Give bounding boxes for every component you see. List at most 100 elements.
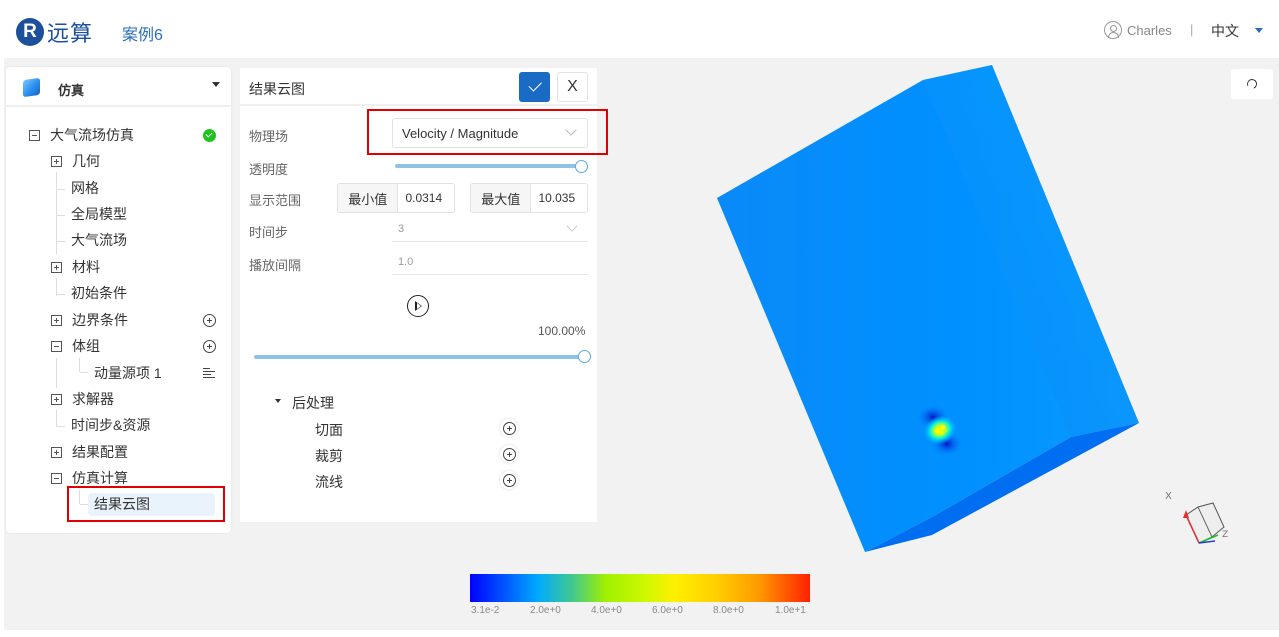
- panel-title: 仿真: [58, 83, 85, 98]
- min-value-input[interactable]: 0.0314: [398, 184, 454, 212]
- tree-item-result-config[interactable]: 结果配置: [51, 441, 128, 463]
- chevron-down-icon: [566, 220, 578, 232]
- legend-tick-label: 2.0e+0: [530, 605, 561, 616]
- tree-guide: [80, 372, 88, 373]
- field-label: 物理场: [249, 129, 289, 144]
- language-selector[interactable]: 中文: [1211, 21, 1239, 41]
- add-body-group-button[interactable]: [202, 339, 216, 353]
- tree-item-label: 材料: [72, 259, 100, 275]
- panel-header: 结果云图 X: [240, 68, 597, 106]
- tree-item-mesh[interactable]: 网格: [71, 177, 99, 199]
- opacity-slider[interactable]: [395, 164, 581, 168]
- expand-icon[interactable]: [51, 446, 62, 458]
- velocity-peak: [940, 424, 946, 430]
- axis-label-z: Z: [1222, 530, 1228, 540]
- panel-header[interactable]: 仿真: [6, 67, 231, 107]
- top-bar: R 远算 案例6 Charles | 中文: [0, 0, 1279, 58]
- tree-item-body-group[interactable]: 体组: [51, 335, 100, 357]
- tree-item-momentum-source[interactable]: 动量源项 1: [94, 362, 162, 384]
- app-logo[interactable]: R 远算: [16, 16, 93, 48]
- caret-down-icon[interactable]: [1255, 28, 1263, 33]
- plus-circle-icon: [502, 447, 516, 461]
- logo-text: 远算: [47, 21, 94, 46]
- tree-item-atmospheric-simulation[interactable]: 大气流场仿真: [29, 124, 134, 146]
- tree-item-flow-field[interactable]: 大气流场: [71, 229, 127, 251]
- collapse-icon[interactable]: [29, 129, 40, 141]
- user-icon: [1104, 21, 1122, 39]
- tree-item-timestep-resources[interactable]: 时间步&资源: [71, 414, 150, 436]
- play-icon[interactable]: [407, 295, 429, 317]
- velocity-peak: [934, 428, 940, 434]
- timestep-value: 3: [398, 222, 405, 235]
- legend-tick-label: 1.0e+1: [775, 605, 806, 616]
- add-clip-button[interactable]: [500, 445, 518, 463]
- item-menu-button[interactable]: [202, 366, 216, 380]
- max-value-input[interactable]: 10.035: [531, 184, 587, 212]
- interval-label: 播放间隔: [249, 258, 302, 273]
- progress-text: 100.00%: [538, 324, 586, 338]
- expand-icon[interactable]: [51, 261, 62, 273]
- min-range-field[interactable]: 最小值 0.0314: [337, 183, 455, 213]
- tree-item-solver[interactable]: 求解器: [51, 388, 114, 410]
- tree-guide: [57, 426, 65, 427]
- postprocess-streamline: 流线: [315, 474, 343, 490]
- tree-item-label: 求解器: [72, 391, 114, 407]
- interval-value: 1.0: [398, 255, 414, 268]
- timestep-select[interactable]: 3: [392, 216, 588, 242]
- align-left-icon: [203, 368, 215, 378]
- add-boundary-button[interactable]: [202, 313, 216, 327]
- color-legend-bar: [470, 574, 810, 602]
- progress-slider-thumb[interactable]: [578, 350, 591, 363]
- expand-icon[interactable]: [51, 393, 62, 405]
- postprocess-slice: 切面: [315, 422, 343, 438]
- opacity-label: 透明度: [249, 162, 289, 177]
- refresh-icon: [1245, 77, 1259, 91]
- tree-item-boundary-conditions[interactable]: 边界条件: [51, 309, 128, 331]
- max-range-field[interactable]: 最大值 10.035: [470, 183, 588, 213]
- expand-icon[interactable]: [51, 155, 62, 167]
- postprocess-title[interactable]: 后处理: [292, 393, 334, 413]
- status-complete: [202, 128, 216, 142]
- user-menu[interactable]: Charles: [1104, 21, 1172, 39]
- tree-item-label: 结果配置: [72, 444, 128, 460]
- confirm-button[interactable]: [519, 72, 550, 102]
- tree-guide: [57, 294, 65, 295]
- add-streamline-button[interactable]: [500, 471, 518, 489]
- case-name[interactable]: 案例6: [122, 21, 163, 45]
- cube-icon: [23, 77, 40, 98]
- reset-view-button[interactable]: [1231, 69, 1273, 99]
- tree-item-material[interactable]: 材料: [51, 256, 100, 278]
- tree-guide: [57, 189, 65, 190]
- tree-guide: [56, 358, 57, 388]
- collapse-icon[interactable]: [51, 340, 62, 352]
- opacity-slider-thumb[interactable]: [575, 160, 588, 173]
- legend-tick-label: 3.1e-2: [471, 605, 500, 616]
- tree-item-global-model[interactable]: 全局模型: [71, 203, 127, 225]
- tree-item-label: 边界条件: [72, 312, 128, 328]
- highlight-annotation: [367, 109, 608, 155]
- tree-item-label: 动量源项 1: [94, 365, 162, 381]
- expand-icon[interactable]: [51, 314, 62, 326]
- progress-slider[interactable]: [254, 355, 584, 359]
- plus-circle-icon: [202, 313, 216, 327]
- min-label: 最小值: [338, 184, 399, 212]
- tree-guide: [57, 241, 65, 242]
- close-button[interactable]: X: [557, 72, 588, 102]
- add-slice-button[interactable]: [500, 419, 518, 437]
- postprocess-clip: 裁剪: [315, 448, 343, 464]
- tree-item-label: 几何: [72, 153, 100, 169]
- caret-down-icon[interactable]: [275, 399, 281, 403]
- tree-guide: [56, 410, 57, 427]
- panel-title: 结果云图: [249, 81, 305, 97]
- tree-item-initial-conditions[interactable]: 初始条件: [71, 282, 127, 304]
- orientation-axes[interactable]: X Z: [1160, 485, 1240, 555]
- highlight-annotation: [67, 486, 225, 522]
- tree-item-label: 全局模型: [71, 206, 127, 222]
- tree-item-geometry[interactable]: 几何: [51, 150, 100, 172]
- interval-input[interactable]: 1.0: [392, 249, 588, 275]
- 3d-viewport[interactable]: [700, 55, 1160, 565]
- caret-down-icon[interactable]: [212, 82, 220, 87]
- collapse-icon[interactable]: [51, 472, 62, 484]
- legend-tick-label: 8.0e+0: [713, 605, 744, 616]
- legend-tick-label: 6.0e+0: [652, 605, 683, 616]
